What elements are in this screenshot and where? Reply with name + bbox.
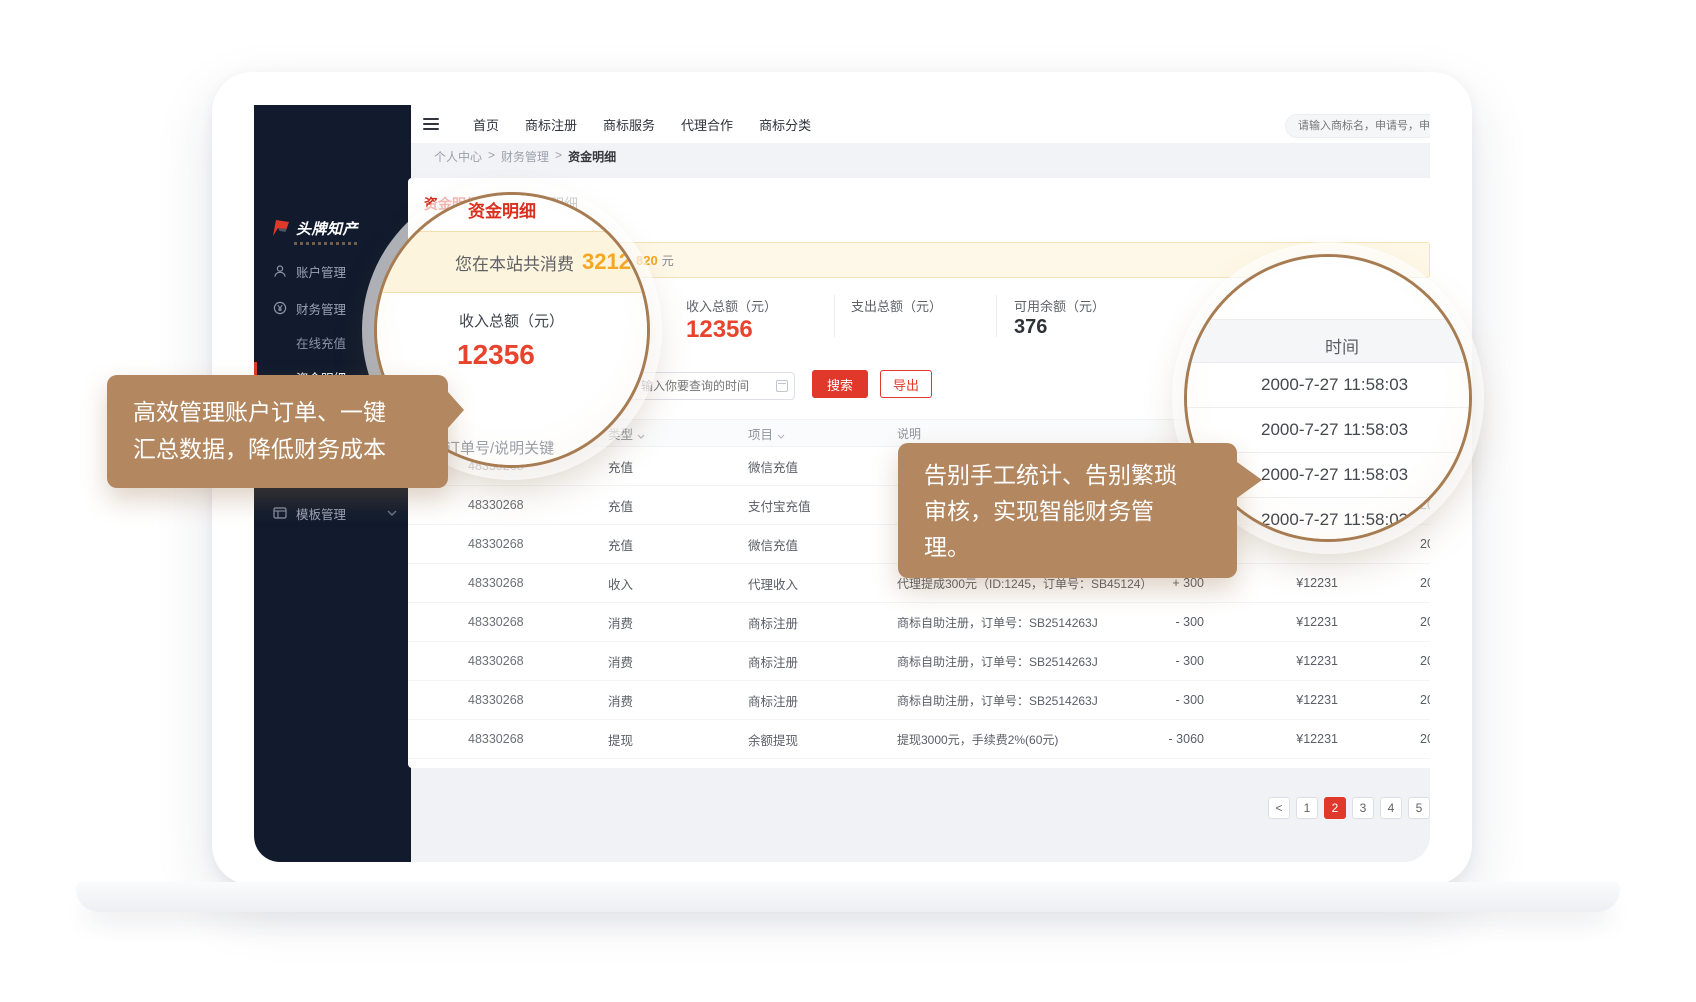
tooltip-text-line: 高效管理账户订单、一键 [133, 394, 448, 431]
breadcrumb-part[interactable]: 财务管理 [501, 148, 549, 165]
pagination-prev-button[interactable]: < [1268, 797, 1290, 819]
sort-caret-icon [637, 428, 645, 442]
table-row[interactable]: 48330268消费商标注册商标自助注册，订单号：SB2514263J- 300… [408, 681, 1430, 720]
tooltip-text-line: 理。 [924, 529, 1237, 565]
top-nav: 首页 商标注册 商标服务 代理合作 商标分类 [473, 105, 811, 143]
finance-icon [272, 301, 288, 315]
table-row[interactable]: 48330268消费商标注册商标自助注册，订单号：SB2514263J- 300… [408, 603, 1430, 642]
export-button[interactable]: 导出 [880, 370, 932, 398]
lens-time-row: 2000-7-27 11:58:03 [1184, 363, 1472, 408]
tooltip-arrow [1237, 462, 1262, 498]
lens-banner: 您在本站共消费 32124 元 [374, 231, 650, 293]
pagination-page-5[interactable]: 5 [1408, 797, 1430, 819]
tooltip-text-line: 汇总数据，降低财务成本 [133, 431, 448, 468]
col-description[interactable]: 说明 [880, 425, 1150, 442]
search-button[interactable]: 搜索 [812, 370, 868, 398]
breadcrumb-separator: > [555, 148, 562, 165]
laptop-base [76, 882, 1620, 912]
sort-caret-icon [777, 428, 785, 442]
tooltip-text-line: 审核，实现智能财务管 [924, 493, 1237, 529]
pagination-page-1[interactable]: 1 [1296, 797, 1318, 819]
lens-income-value: 12356 [457, 339, 535, 371]
stat-divider [996, 295, 997, 337]
stat-divider [834, 295, 835, 337]
lens-income-label: 收入总额（元） [459, 310, 564, 331]
nav-item-trademark-category[interactable]: 商标分类 [759, 115, 811, 134]
pagination-page-3[interactable]: 3 [1352, 797, 1374, 819]
search-input[interactable] [1285, 114, 1430, 138]
calendar-icon[interactable] [776, 380, 788, 392]
sidebar-item-label: 财务管理 [296, 299, 346, 318]
logo-subtext [294, 242, 358, 245]
pagination-page-2-active[interactable]: 2 [1324, 797, 1346, 819]
sidebar-item-label: 账户管理 [296, 262, 346, 281]
tooltip-right: 告别手工统计、告别繁琐 审核，实现智能财务管 理。 [898, 443, 1237, 578]
template-icon [272, 507, 288, 519]
logo-text: 头牌知产 [296, 218, 358, 239]
col-project[interactable]: 项目 [740, 424, 880, 443]
nav-item-trademark-service[interactable]: 商标服务 [603, 115, 655, 134]
breadcrumb-part[interactable]: 个人中心 [434, 148, 482, 165]
stat-balance-label: 可用余额（元） [1014, 296, 1105, 315]
tooltip-text-line: 告别手工统计、告别繁琐 [924, 457, 1237, 493]
lens-time-header: 时间 [1184, 319, 1472, 363]
stat-expense-label: 支出总额（元） [851, 296, 942, 315]
stat-income-label: 收入总额（元） [686, 296, 777, 315]
pagination-page-4[interactable]: 4 [1380, 797, 1402, 819]
breadcrumb: 个人中心 > 财务管理 > 资金明细 [434, 148, 616, 165]
tooltip-left: 高效管理账户订单、一键 汇总数据，降低财务成本 [107, 375, 448, 488]
breadcrumb-band: 个人中心 > 财务管理 > 资金明细 [411, 143, 1430, 170]
breadcrumb-separator: > [488, 148, 495, 165]
chevron-down-icon [387, 510, 397, 516]
table-row[interactable]: 48330268提现余额提现提现3000元，手续费2%(60元)- 3060¥1… [408, 720, 1430, 759]
nav-item-trademark-register[interactable]: 商标注册 [525, 115, 577, 134]
sidebar-item-template[interactable]: 模板管理 [254, 498, 411, 528]
breadcrumb-current: 资金明细 [568, 148, 616, 165]
user-icon [272, 264, 288, 278]
pagination: < 1 2 3 4 5 [1268, 797, 1430, 819]
col-type[interactable]: 类型 [600, 424, 740, 443]
table-row[interactable]: 48330268消费商标注册商标自助注册，订单号：SB2514263J- 300… [408, 642, 1430, 681]
sidebar-subitem-label: 在线充值 [296, 333, 346, 352]
lens-column-header: 订单号/说明关键 [445, 437, 554, 458]
nav-item-agent-cooperation[interactable]: 代理合作 [681, 115, 733, 134]
stat-income-value: 12356 [686, 316, 753, 344]
stat-balance-value: 376 [1014, 316, 1047, 339]
hamburger-menu-icon[interactable] [423, 118, 439, 130]
lens-tab-label: 资金明细 [468, 197, 536, 222]
page-canvas: 头牌知产 账户管理 财务管理 [0, 0, 1696, 1002]
tooltip-arrow [448, 392, 464, 428]
date-query-input[interactable] [630, 372, 795, 400]
sidebar-item-label: 模板管理 [296, 504, 346, 523]
logo-mark-icon [271, 219, 291, 237]
nav-item-home[interactable]: 首页 [473, 115, 499, 134]
